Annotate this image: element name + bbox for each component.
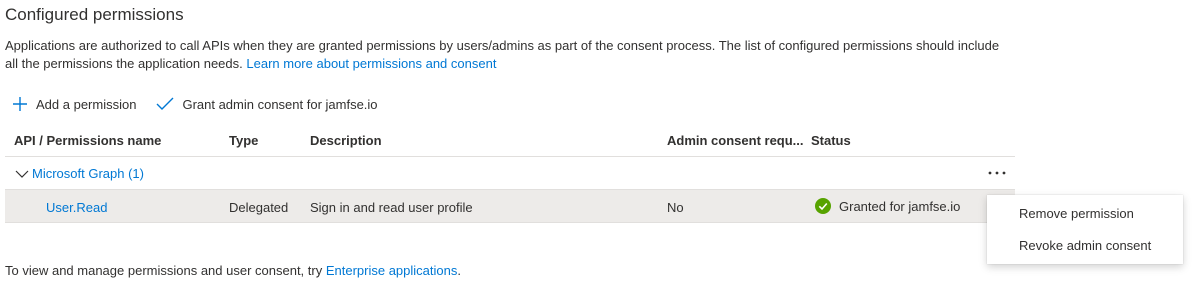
command-bar: Add a permission Grant admin consent for… xyxy=(12,93,398,115)
permission-description: Sign in and read user profile xyxy=(310,200,473,215)
success-check-icon xyxy=(815,198,831,214)
admin-consent-value: No xyxy=(667,200,684,215)
section-title: Configured permissions xyxy=(5,5,184,24)
header-description[interactable]: Description xyxy=(310,133,382,148)
group-label: Microsoft Graph (1) xyxy=(32,166,144,181)
header-type[interactable]: Type xyxy=(229,133,258,148)
ellipsis-icon xyxy=(988,171,1006,175)
footer-note: To view and manage permissions and user … xyxy=(5,263,461,278)
configured-permissions-panel: Configured permissions Applications are … xyxy=(0,0,1200,289)
context-menu: Remove permission Revoke admin consent xyxy=(987,195,1183,264)
status-text: Granted for jamfse.io xyxy=(839,198,961,214)
add-permission-label: Add a permission xyxy=(36,96,137,112)
table-row[interactable]: User.Read Delegated Sign in and read use… xyxy=(5,190,1015,223)
grant-admin-consent-label: Grant admin consent for jamfse.io xyxy=(182,96,378,112)
description-text: Applications are authorized to call APIs… xyxy=(5,38,1000,71)
group-toggle[interactable]: Microsoft Graph (1) xyxy=(15,166,144,181)
learn-more-link[interactable]: Learn more about permissions and consent xyxy=(246,56,496,71)
header-admin-consent[interactable]: Admin consent requ... xyxy=(667,133,804,148)
chevron-down-icon xyxy=(15,170,29,178)
grant-admin-consent-button[interactable]: Grant admin consent for jamfse.io xyxy=(156,96,378,112)
table-header: API / Permissions name Type Description … xyxy=(5,124,1015,157)
enterprise-applications-link[interactable]: Enterprise applications xyxy=(326,263,458,278)
remove-permission-menu-item[interactable]: Remove permission xyxy=(987,198,1183,230)
revoke-admin-consent-menu-item[interactable]: Revoke admin consent xyxy=(987,230,1183,262)
status-cell: Granted for jamfse.io xyxy=(815,198,960,214)
group-row-microsoft-graph: Microsoft Graph (1) xyxy=(5,157,1015,190)
header-status[interactable]: Status xyxy=(811,133,851,148)
permission-type: Delegated xyxy=(229,200,289,215)
plus-icon xyxy=(13,97,27,111)
permissions-table: API / Permissions name Type Description … xyxy=(5,124,1015,223)
footer-suffix: . xyxy=(457,263,461,278)
checkmark-icon xyxy=(156,97,174,110)
section-description: Applications are authorized to call APIs… xyxy=(5,37,1015,73)
header-api[interactable]: API / Permissions name xyxy=(14,133,161,148)
footer-text: To view and manage permissions and user … xyxy=(5,263,323,278)
more-actions-button[interactable] xyxy=(985,163,1009,183)
add-permission-button[interactable]: Add a permission xyxy=(12,96,136,112)
permission-name-link[interactable]: User.Read xyxy=(46,200,107,215)
